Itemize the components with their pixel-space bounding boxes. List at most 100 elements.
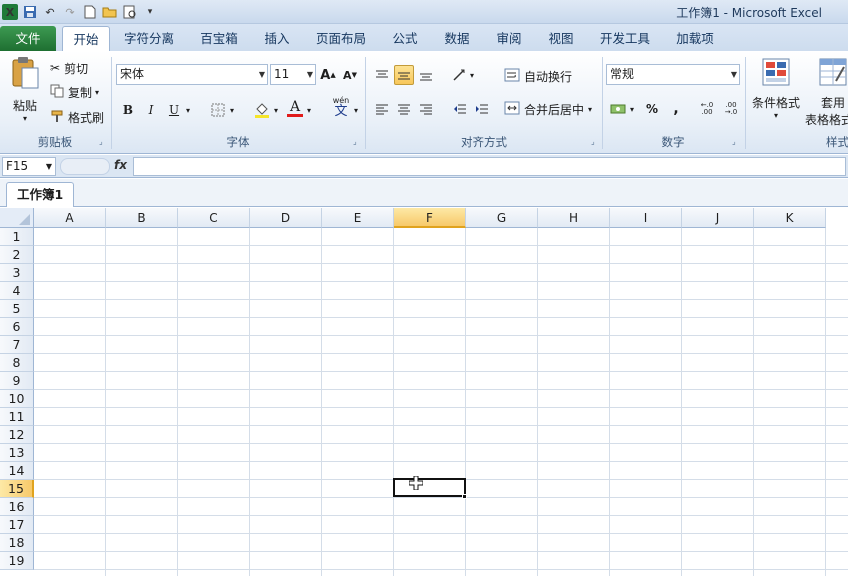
row-header[interactable]: 18 — [0, 534, 34, 552]
row-header[interactable]: 17 — [0, 516, 34, 534]
tab-view[interactable]: 视图 — [542, 26, 580, 51]
decrease-font-icon[interactable]: A ▼ — [340, 65, 360, 85]
number-format-select[interactable]: 常规 ▼ — [606, 64, 740, 85]
redo-icon[interactable]: ↷ — [62, 4, 78, 20]
tab-formulas[interactable]: 公式 — [386, 26, 424, 51]
row-header[interactable]: 19 — [0, 552, 34, 570]
tab-toolbox[interactable]: 百宝箱 — [194, 26, 244, 51]
row-header[interactable]: 12 — [0, 426, 34, 444]
increase-font-icon[interactable]: A ▲ — [318, 65, 338, 85]
row-header[interactable]: 13 — [0, 444, 34, 462]
row-header[interactable]: 8 — [0, 354, 34, 372]
print-preview-icon[interactable] — [122, 4, 138, 20]
increase-indent-icon[interactable] — [472, 99, 492, 119]
wrap-text-button[interactable]: 自动换行 — [504, 67, 572, 85]
row-header[interactable]: 6 — [0, 318, 34, 336]
copy-button[interactable]: 复制 ▾ — [50, 83, 99, 101]
cell-area[interactable] — [34, 228, 848, 576]
row-header[interactable]: 11 — [0, 408, 34, 426]
format-as-table-button[interactable]: 套用 表格格式 — [805, 57, 848, 131]
column-header[interactable]: C — [178, 208, 250, 228]
fill-color-dropdown-icon[interactable]: ▾ — [270, 100, 282, 120]
column-header[interactable]: E — [322, 208, 394, 228]
currency-dropdown-icon[interactable]: ▾ — [626, 99, 638, 119]
tab-review[interactable]: 审阅 — [490, 26, 528, 51]
workbook-tab[interactable]: 工作簿1 — [6, 182, 75, 207]
tab-developer[interactable]: 开发工具 — [594, 26, 656, 51]
column-header[interactable]: H — [538, 208, 610, 228]
excel-logo-icon[interactable]: X — [2, 4, 18, 20]
column-header[interactable]: D — [250, 208, 322, 228]
column-header[interactable]: I — [610, 208, 682, 228]
row-header[interactable]: 2 — [0, 246, 34, 264]
font-color-button[interactable]: A — [285, 98, 305, 118]
tab-page-layout[interactable]: 页面布局 — [310, 26, 372, 51]
name-box[interactable]: F15 ▼ — [2, 157, 56, 176]
new-icon[interactable] — [82, 4, 98, 20]
tab-file[interactable]: 文件 — [0, 26, 56, 51]
row-header[interactable]: 9 — [0, 372, 34, 390]
align-center-icon[interactable] — [394, 99, 414, 119]
clipboard-launcher-icon[interactable]: ⌟ — [99, 137, 108, 146]
undo-icon[interactable]: ↶ — [42, 4, 58, 20]
formula-input[interactable] — [133, 157, 846, 176]
font-name-select[interactable]: 宋体 ▼ — [116, 64, 268, 85]
tab-home[interactable]: 开始 — [62, 26, 110, 51]
percent-button[interactable]: % — [642, 99, 662, 119]
row-header[interactable]: 5 — [0, 300, 34, 318]
font-size-select[interactable]: 11 ▼ — [270, 64, 316, 85]
column-header[interactable]: J — [682, 208, 754, 228]
row-header[interactable]: 7 — [0, 336, 34, 354]
column-header[interactable]: G — [466, 208, 538, 228]
bold-button[interactable]: B — [118, 100, 138, 120]
currency-icon[interactable] — [608, 99, 628, 119]
conditional-format-button[interactable]: 条件格式 ▾ — [750, 57, 802, 131]
select-all-corner[interactable] — [0, 208, 34, 228]
open-icon[interactable] — [102, 4, 118, 20]
merge-center-button[interactable]: 合并后居中 ▾ — [504, 100, 592, 118]
column-header[interactable]: F — [394, 208, 466, 228]
orientation-dropdown-icon[interactable]: ▾ — [466, 65, 478, 85]
align-bottom-icon[interactable] — [416, 65, 436, 85]
fill-handle[interactable] — [462, 494, 467, 499]
tab-addins[interactable]: 加载项 — [670, 26, 720, 51]
align-right-icon[interactable] — [416, 99, 436, 119]
decrease-decimal-button[interactable]: .00 →.0 — [720, 99, 742, 119]
row-header[interactable]: 16 — [0, 498, 34, 516]
tab-char-split[interactable]: 字符分离 — [118, 26, 180, 51]
align-left-icon[interactable] — [372, 99, 392, 119]
row-header[interactable]: 1 — [0, 228, 34, 246]
row-header[interactable]: 3 — [0, 264, 34, 282]
underline-button[interactable]: U — [164, 100, 184, 120]
align-top-icon[interactable] — [372, 65, 392, 85]
customize-icon[interactable]: ▾ — [142, 4, 158, 20]
decrease-indent-icon[interactable] — [450, 99, 470, 119]
cut-button[interactable]: ✂ 剪切 — [50, 59, 88, 77]
active-cell[interactable] — [393, 478, 466, 497]
row-header[interactable]: 14 — [0, 462, 34, 480]
fill-color-icon[interactable] — [252, 100, 272, 120]
column-header[interactable]: B — [106, 208, 178, 228]
italic-button[interactable]: I — [141, 100, 161, 120]
font-launcher-icon[interactable]: ⌟ — [353, 137, 362, 146]
column-header[interactable]: K — [754, 208, 826, 228]
tab-data[interactable]: 数据 — [438, 26, 476, 51]
save-icon[interactable] — [22, 4, 38, 20]
phonetic-dropdown-icon[interactable]: ▾ — [350, 100, 362, 120]
border-icon[interactable] — [208, 100, 228, 120]
alignment-launcher-icon[interactable]: ⌟ — [591, 137, 600, 146]
row-header[interactable]: 10 — [0, 390, 34, 408]
phonetic-button[interactable]: wén 文 — [330, 96, 352, 118]
underline-dropdown-icon[interactable]: ▾ — [182, 100, 194, 120]
insert-function-button[interactable]: fx — [114, 158, 127, 172]
format-painter-button[interactable]: 格式刷 — [50, 108, 104, 126]
paste-button[interactable]: 粘贴 ▾ — [8, 56, 42, 132]
border-dropdown-icon[interactable]: ▾ — [226, 100, 238, 120]
tab-insert[interactable]: 插入 — [258, 26, 296, 51]
increase-decimal-button[interactable]: ←.0 .00 — [696, 99, 718, 119]
column-header[interactable]: A — [34, 208, 106, 228]
row-header[interactable]: 4 — [0, 282, 34, 300]
comma-button[interactable]: , — [666, 99, 686, 119]
align-middle-icon[interactable] — [394, 65, 414, 85]
row-header[interactable]: 15 — [0, 480, 34, 498]
